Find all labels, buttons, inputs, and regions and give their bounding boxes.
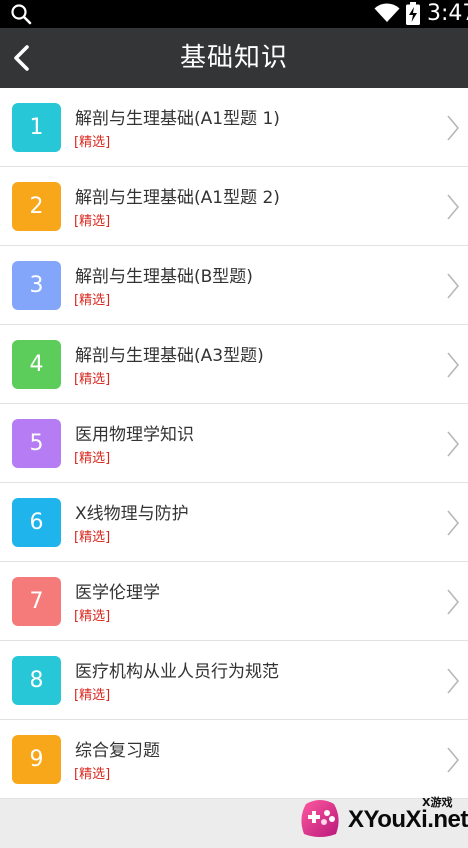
back-button[interactable] <box>4 36 46 80</box>
item-title: 综合复习题 <box>75 741 160 761</box>
chevron-right-icon <box>447 510 460 536</box>
item-number-badge: 2 <box>12 182 61 231</box>
item-number-badge: 3 <box>12 261 61 310</box>
search-icon <box>11 4 32 25</box>
battery-charging-icon <box>406 2 420 25</box>
item-tag: [精选] <box>74 767 111 782</box>
list-item[interactable]: 5 医用物理学知识 [精选] <box>0 404 468 483</box>
item-number-badge: 8 <box>12 656 61 705</box>
wifi-icon <box>374 3 400 22</box>
item-number-badge: 9 <box>12 735 61 784</box>
gamepad-logo-icon <box>301 800 339 837</box>
status-time: 3:47 <box>427 1 468 26</box>
item-title: 医学伦理学 <box>75 583 160 603</box>
chevron-right-icon <box>447 273 460 299</box>
item-tag: [精选] <box>74 530 111 545</box>
list-item[interactable]: 4 解剖与生理基础(A3型题) [精选] <box>0 325 468 404</box>
item-number-badge: 4 <box>12 340 61 389</box>
page-title: 基础知识 <box>179 43 288 73</box>
chevron-right-icon <box>447 668 460 694</box>
item-tag: [精选] <box>74 293 111 308</box>
item-title: 解剖与生理基础(B型题) <box>75 267 253 287</box>
item-title: 医疗机构从业人员行为规范 <box>75 662 279 682</box>
chevron-right-icon <box>447 747 460 773</box>
list-item[interactable]: 9 综合复习题 [精选] <box>0 720 468 799</box>
item-tag: [精选] <box>74 372 111 387</box>
item-title: X线物理与防护 <box>75 504 189 524</box>
item-tag: [精选] <box>74 688 111 703</box>
status-bar: 3:47 <box>0 0 468 28</box>
item-tag: [精选] <box>74 214 111 229</box>
item-title: 解剖与生理基础(A1型题 2) <box>75 188 280 208</box>
watermark: X游戏 XYouXi.net <box>296 792 468 846</box>
list-item[interactable]: 2 解剖与生理基础(A1型题 2) [精选] <box>0 167 468 246</box>
chapter-list: 1 解剖与生理基础(A1型题 1) [精选] 2 解剖与生理基础(A1型题 2) [精选]… <box>0 88 468 799</box>
item-number-badge: 5 <box>12 419 61 468</box>
title-bar: 基础知识 <box>0 28 468 88</box>
item-title: 解剖与生理基础(A1型题 1) <box>75 109 280 129</box>
chevron-right-icon <box>447 194 460 220</box>
chevron-left-icon <box>14 45 29 71</box>
chevron-right-icon <box>447 115 460 141</box>
chevron-right-icon <box>447 352 460 378</box>
list-item[interactable]: 1 解剖与生理基础(A1型题 1) [精选] <box>0 88 468 167</box>
item-title: 解剖与生理基础(A3型题) <box>75 346 264 366</box>
item-number-badge: 7 <box>12 577 61 626</box>
chevron-right-icon <box>447 589 460 615</box>
item-tag: [精选] <box>74 451 111 466</box>
item-tag: [精选] <box>74 135 111 150</box>
list-item[interactable]: 6 X线物理与防护 [精选] <box>0 483 468 562</box>
item-number-badge: 1 <box>12 103 61 152</box>
chevron-right-icon <box>447 431 460 457</box>
list-item[interactable]: 8 医疗机构从业人员行为规范 [精选] <box>0 641 468 720</box>
watermark-site-text: XYouXi.net <box>348 806 468 833</box>
item-number-badge: 6 <box>12 498 61 547</box>
list-item[interactable]: 7 医学伦理学 [精选] <box>0 562 468 641</box>
item-title: 医用物理学知识 <box>75 425 194 445</box>
item-tag: [精选] <box>74 609 111 624</box>
list-item[interactable]: 3 解剖与生理基础(B型题) [精选] <box>0 246 468 325</box>
